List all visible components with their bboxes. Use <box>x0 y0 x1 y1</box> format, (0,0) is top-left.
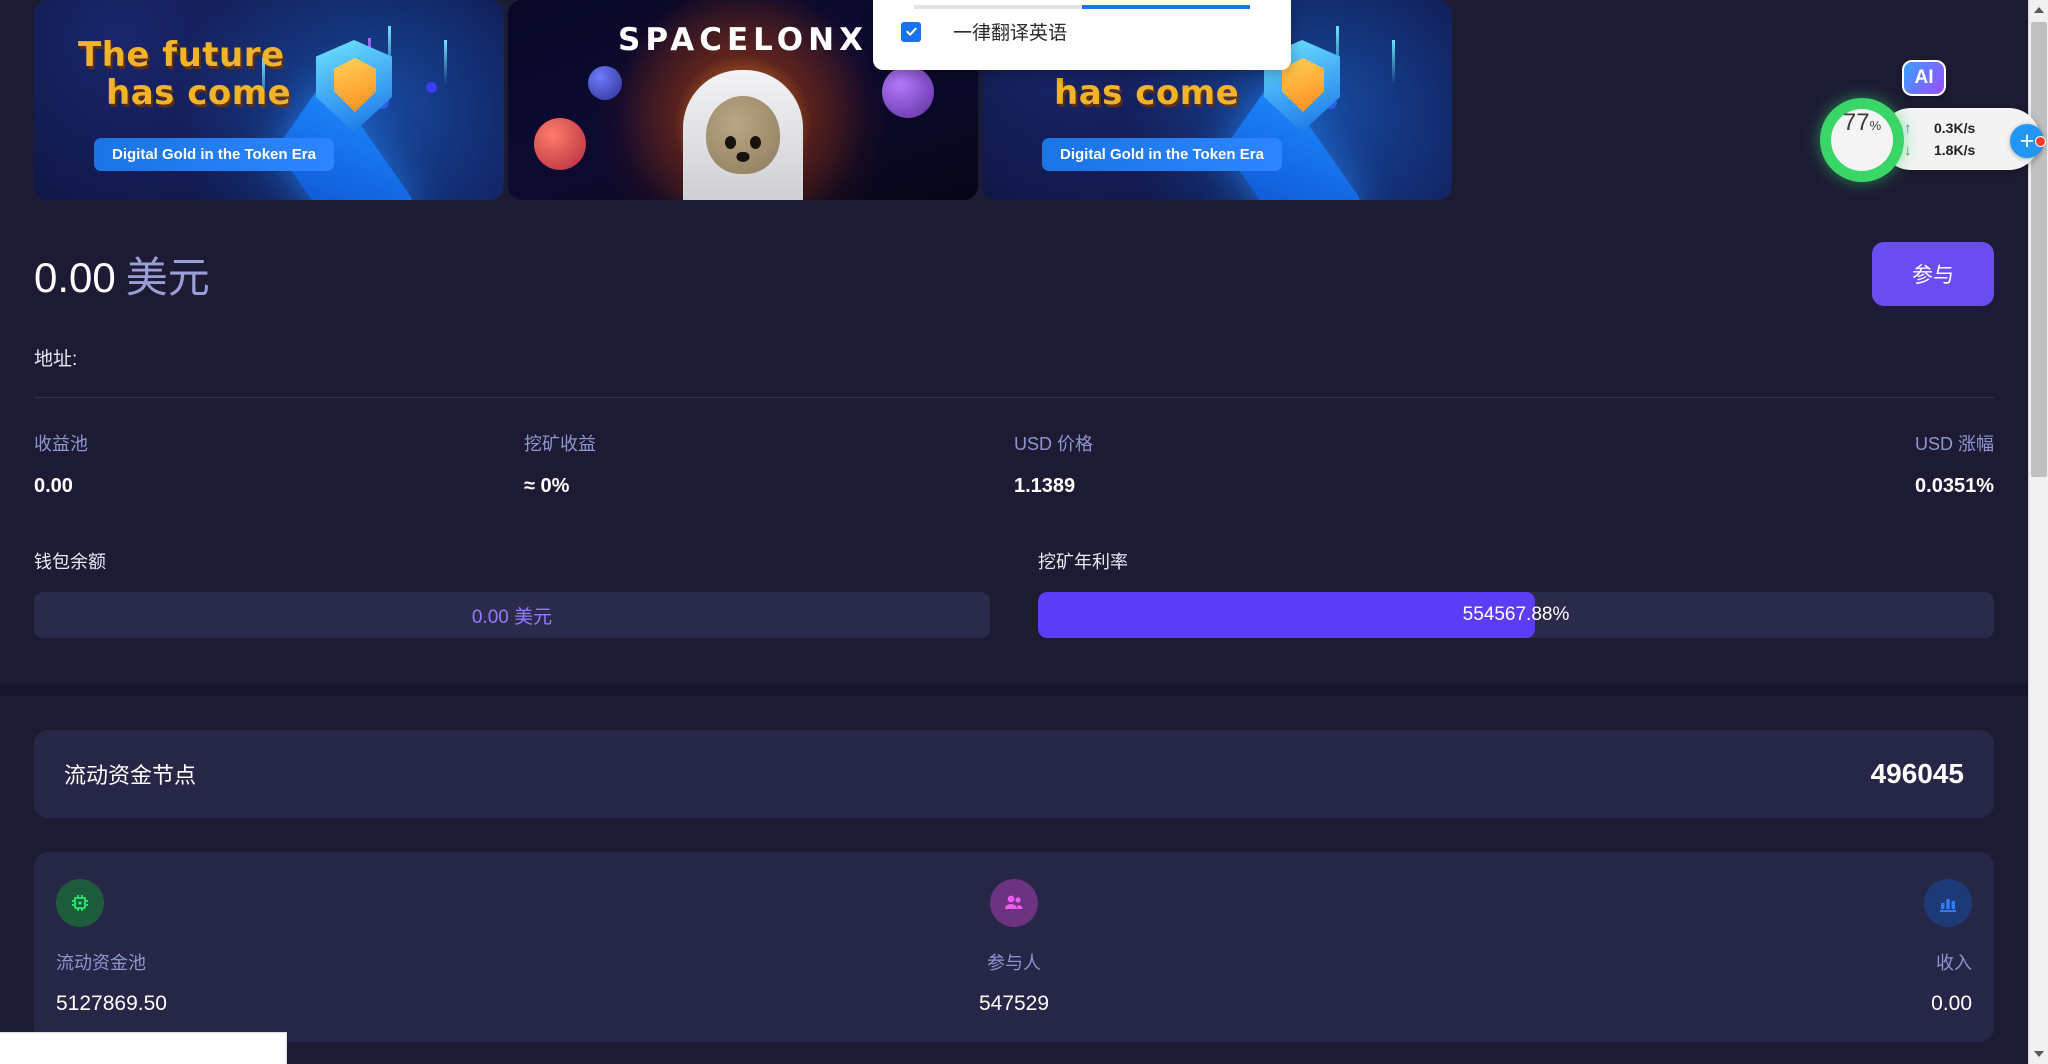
scroll-up-button[interactable] <box>2029 0 2048 20</box>
floating-network-widget[interactable]: ↑ 0.3K/s ↓ 1.8K/s + AI 77 % <box>1820 60 2046 182</box>
join-button[interactable]: 参与 <box>1872 242 1994 306</box>
bar-chart-icon <box>1924 878 1973 927</box>
main-content: 0.00 美元 参与 地址: 收益池 0.00 挖矿收益 ≈ 0% USD 价格 … <box>0 208 2028 1064</box>
metric-card-liquidity-pool: 流动资金池 5127869.50 <box>56 878 695 1016</box>
banner-title: The future has come <box>78 36 291 112</box>
planet-purple <box>882 66 934 118</box>
notification-dot <box>2035 136 2046 147</box>
scroll-down-button[interactable] <box>2029 1044 2048 1064</box>
metric-card-participants: 参与人 547529 <box>695 878 1334 1016</box>
mining-apr-progress: 554567.88% <box>1038 592 1994 638</box>
mining-apr-value: 554567.88% <box>1462 604 1570 625</box>
balance-number: 0.00 <box>34 253 116 301</box>
download-speed-line: ↓ 1.8K/s <box>1904 139 1975 161</box>
wallet-balance-value[interactable]: 0.00 美元 <box>34 592 990 638</box>
balance-unit: 美元 <box>125 253 210 301</box>
stat-mining-revenue: 挖矿收益 ≈ 0% <box>524 430 1014 498</box>
mining-apr-label: 挖矿年利率 <box>1038 552 1128 572</box>
banner-title-line1: The future <box>78 35 285 75</box>
network-speed-pill[interactable]: ↑ 0.3K/s ↓ 1.8K/s + <box>1880 108 2046 170</box>
fields-row: 钱包余额 0.00 美元 挖矿年利率 554567.88% <box>0 498 2028 638</box>
always-translate-row[interactable]: 一律翻译英语 <box>873 18 1067 45</box>
speed-readout: ↑ 0.3K/s ↓ 1.8K/s <box>1904 117 1975 161</box>
banner-badge: Digital Gold in the Token Era <box>1042 138 1282 171</box>
metric-value: 0.00 <box>1931 991 1973 1015</box>
stat-value: 0.0351% <box>1915 475 1994 497</box>
liquidity-node-value: 496045 <box>1870 758 1964 789</box>
arrow-down-icon: ↓ <box>1904 141 1912 159</box>
astronaut-visor <box>706 96 780 174</box>
mining-apr-field: 挖矿年利率 554567.88% <box>1038 548 1994 638</box>
app-root: The future has come Digital Gold in the … <box>0 0 2048 1064</box>
scrollbar-thumb[interactable] <box>2031 22 2047 477</box>
chevron-up-icon <box>2034 7 2044 13</box>
translate-popup[interactable]: 一律翻译英语 <box>873 0 1291 70</box>
tab-translated[interactable] <box>1082 5 1250 9</box>
stats-row: 收益池 0.00 挖矿收益 ≈ 0% USD 价格 1.1389 USD 涨幅 … <box>0 398 2028 498</box>
decor-bar <box>1392 40 1395 84</box>
translate-popup-tabs <box>873 5 1291 9</box>
arrow-up-icon: ↑ <box>1904 119 1912 137</box>
chevron-down-icon <box>2034 1051 2044 1057</box>
metric-card-income: 收入 0.00 <box>1333 878 1973 1016</box>
always-translate-checkbox[interactable] <box>901 21 921 42</box>
plus-icon: + <box>2019 126 2035 155</box>
astronaut-doge <box>683 70 803 200</box>
planet-red <box>534 118 586 170</box>
users-icon <box>990 878 1038 927</box>
banner-badge: Digital Gold in the Token Era <box>94 138 334 171</box>
stat-usd-price: USD 价格 1.1389 <box>1014 430 1504 498</box>
address-label: 地址: <box>34 349 78 370</box>
liquidity-node-label: 流动资金节点 <box>64 763 197 788</box>
memory-gauge[interactable]: 77 % <box>1820 98 1904 182</box>
tab-original[interactable] <box>914 5 1082 9</box>
banner-title-line2: has come <box>106 73 292 113</box>
gauge-unit: % <box>1869 118 1882 133</box>
metric-value: 547529 <box>978 991 1050 1015</box>
amount-row: 0.00 美元 参与 <box>0 208 2028 306</box>
stat-revenue-pool: 收益池 0.00 <box>34 430 524 498</box>
metric-label: 流动资金池 <box>56 952 146 973</box>
always-translate-label: 一律翻译英语 <box>953 23 1068 44</box>
browser-status-panel <box>0 1032 287 1064</box>
stat-value: 1.1389 <box>1014 475 1076 497</box>
metric-value: 5127869.50 <box>56 991 167 1015</box>
stat-label: 收益池 <box>34 434 88 454</box>
gauge-inner: 77 % <box>1831 109 1893 171</box>
upload-speed-value: 0.3K/s <box>1934 120 1976 136</box>
metric-cards-row: 流动资金池 5127869.50 参与人 547529 收入 0.00 <box>34 852 1994 1042</box>
liquidity-node-card: 流动资金节点 496045 <box>34 730 1994 818</box>
gauge-value: 77 <box>1842 109 1870 136</box>
stat-label: USD 涨幅 <box>1914 434 1994 454</box>
decor-bar <box>444 40 447 84</box>
stat-value: ≈ 0% <box>524 475 570 497</box>
planet-blue <box>588 66 622 100</box>
ai-button[interactable]: AI <box>1902 60 1946 96</box>
download-speed-value: 1.8K/s <box>1934 142 1976 158</box>
stat-value: 0.00 <box>34 475 73 497</box>
wallet-balance-field: 钱包余额 0.00 美元 <box>34 548 990 638</box>
page-viewport: The future has come Digital Gold in the … <box>0 0 2028 1064</box>
metric-label: 收入 <box>1936 952 1973 973</box>
wallet-balance-label: 钱包余额 <box>34 552 106 572</box>
add-button[interactable]: + <box>2010 124 2046 158</box>
banner-title-line2: has come <box>1054 73 1240 113</box>
doge-eye <box>750 136 761 149</box>
doge-eye <box>725 136 736 149</box>
stat-label: 挖矿收益 <box>524 434 596 454</box>
stat-label: USD 价格 <box>1014 434 1094 454</box>
section-separator <box>0 684 2028 696</box>
banner-future-1[interactable]: The future has come Digital Gold in the … <box>34 0 504 200</box>
decor-dot <box>426 82 437 93</box>
metric-label: 参与人 <box>987 952 1041 973</box>
balance-amount: 0.00 美元 <box>34 244 210 305</box>
stat-usd-change: USD 涨幅 0.0351% <box>1504 430 1994 498</box>
upload-speed-line: ↑ 0.3K/s <box>1904 117 1975 139</box>
chip-icon <box>56 878 104 927</box>
doge-nose <box>736 152 750 162</box>
